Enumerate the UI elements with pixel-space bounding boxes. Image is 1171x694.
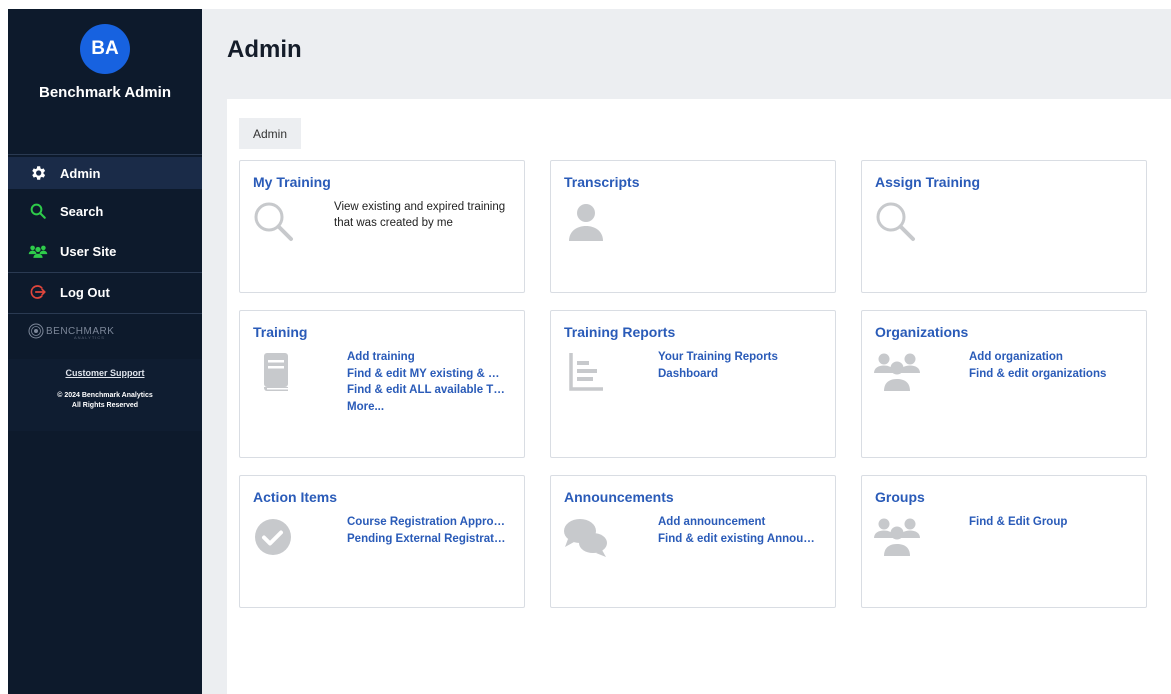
brand-logo-icon: [28, 323, 44, 339]
report-icon: [562, 349, 610, 397]
search-icon: [28, 201, 48, 221]
nav-divider: [8, 272, 202, 273]
card-title[interactable]: Action Items: [253, 489, 337, 505]
page-title: Admin: [227, 36, 302, 63]
group-icon: [873, 349, 921, 397]
card-title[interactable]: Transcripts: [564, 174, 639, 190]
copyright-line: © 2024 Benchmark Analytics: [57, 392, 153, 399]
sidebar-item-label: User Site: [60, 243, 117, 259]
sidebar-footer: Customer Support © 2024 Benchmark Analyt…: [8, 359, 202, 431]
magnifier-icon: [251, 199, 299, 247]
card-link[interactable]: Add organization: [969, 349, 1139, 366]
brand-logo-subtext: ANALYTICS: [74, 335, 105, 340]
card-links: Add announcement Find & edit existing An…: [658, 514, 828, 547]
card-transcripts: Transcripts: [550, 160, 836, 293]
nav-divider: [8, 154, 202, 155]
card-my-training: My Training View existing and expired tr…: [239, 160, 525, 293]
customer-support-link[interactable]: Customer Support: [8, 368, 202, 378]
card-action-items: Action Items Course Registration Appro… …: [239, 475, 525, 608]
copyright-line: All Rights Reserved: [71, 402, 139, 409]
user-name: Benchmark Admin: [39, 84, 171, 101]
card-links: Course Registration Appro… Pending Exter…: [347, 514, 517, 547]
checkmark-icon: [251, 514, 299, 562]
group-icon: [873, 514, 921, 562]
nav-divider: [8, 313, 202, 314]
card-links: Add organization Find & edit organizatio…: [969, 349, 1139, 382]
card-links: Add training Find & edit MY existing & ……: [347, 349, 517, 415]
card-links: Your Training Reports Dashboard: [658, 349, 828, 382]
copyright: © 2024 Benchmark Analytics All Rights Re…: [8, 391, 202, 411]
card-link[interactable]: More...: [347, 399, 517, 416]
sidebar-item-admin[interactable]: Admin: [8, 157, 202, 189]
card-link[interactable]: Find & edit MY existing & …: [347, 366, 517, 383]
magnifier-icon: [873, 199, 921, 247]
book-icon: [251, 349, 299, 397]
sidebar-item-user-site[interactable]: User Site: [8, 235, 202, 267]
card-training-reports: Training Reports Your Training Reports D…: [550, 310, 836, 458]
content-panel: Admin My Training View existing and expi…: [227, 99, 1171, 694]
sidebar: BA Benchmark Admin Admin Search User Sit…: [8, 9, 202, 694]
card-link[interactable]: Pending External Registrat…: [347, 531, 517, 548]
sidebar-item-label: Admin: [60, 165, 101, 181]
card-groups: Groups Find & Edit Group: [861, 475, 1147, 608]
card-link[interactable]: Your Training Reports: [658, 349, 828, 366]
breadcrumb[interactable]: Admin: [239, 118, 302, 149]
card-title[interactable]: Organizations: [875, 324, 968, 340]
card-title[interactable]: Assign Training: [875, 174, 980, 190]
sidebar-item-search[interactable]: Search: [8, 195, 202, 227]
card-link[interactable]: Find & Edit Group: [969, 514, 1139, 531]
sidebar-item-label: Search: [60, 203, 104, 219]
card-link[interactable]: Add announcement: [658, 514, 828, 531]
card-title[interactable]: Groups: [875, 489, 925, 505]
card-link[interactable]: Find & edit organizations: [969, 366, 1139, 383]
gear-icon: [28, 163, 48, 183]
card-organizations: Organizations Add organization Find & ed…: [861, 310, 1147, 458]
card-announcements: Announcements Add announcement Find & ed…: [550, 475, 836, 608]
sidebar-item-log-out[interactable]: Log Out: [8, 276, 202, 308]
chat-bubbles-icon: [562, 514, 610, 562]
sidebar-item-label: Log Out: [60, 284, 110, 300]
card-links: Find & Edit Group: [969, 514, 1139, 531]
brand-logo: BENCHMARK ANALYTICS: [28, 323, 114, 340]
card-assign-training: Assign Training: [861, 160, 1147, 293]
card-link[interactable]: Find & edit ALL available T…: [347, 382, 517, 399]
card-title[interactable]: Training: [253, 324, 307, 340]
card-training: Training Add training Find & edit MY exi…: [239, 310, 525, 458]
card-link[interactable]: Add training: [347, 349, 517, 366]
card-link[interactable]: Dashboard: [658, 366, 828, 383]
card-title[interactable]: Announcements: [564, 489, 674, 505]
card-link[interactable]: Find & edit existing Annou…: [658, 531, 828, 548]
card-link[interactable]: Course Registration Appro…: [347, 514, 517, 531]
person-icon: [562, 199, 610, 247]
main-area: Admin Admin My Training View existing an…: [202, 9, 1171, 694]
card-title[interactable]: My Training: [253, 174, 331, 190]
logout-icon: [28, 282, 48, 302]
card-description: View existing and expired training that …: [334, 201, 506, 229]
users-icon: [28, 241, 48, 261]
avatar[interactable]: BA: [80, 24, 130, 74]
card-title[interactable]: Training Reports: [564, 324, 675, 340]
